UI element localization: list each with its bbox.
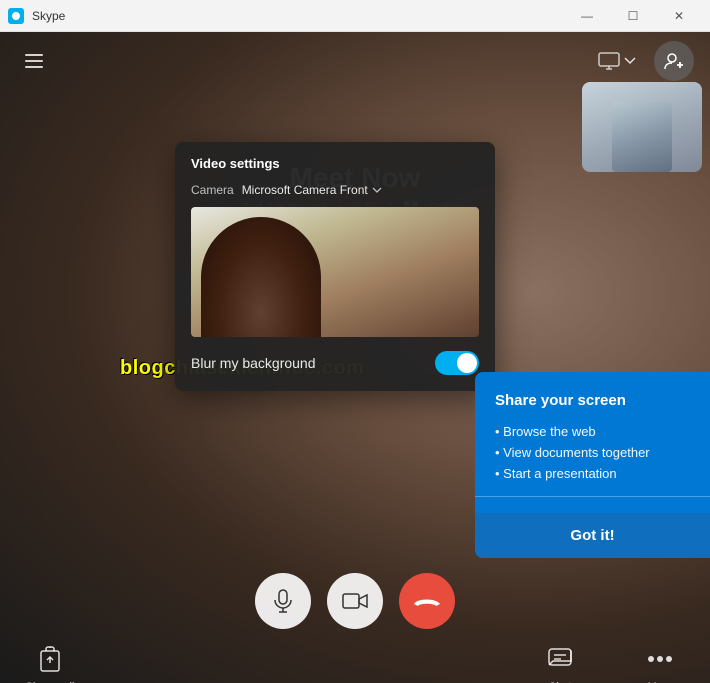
- add-person-icon: [663, 50, 685, 72]
- camera-label: Camera: [191, 183, 234, 197]
- mini-video-feed: [582, 82, 702, 172]
- bottom-controls: Share calllink Chat: [0, 573, 710, 683]
- share-screen-tooltip: Share your screen • Browse the web • Vie…: [475, 372, 710, 558]
- title-bar-left: Skype: [8, 8, 65, 24]
- main-area: Meet Now 2 of 2 in the call | 0:40 | Gal…: [0, 32, 710, 683]
- chat-icon: [542, 641, 578, 677]
- end-call-icon: [413, 594, 441, 608]
- mute-button[interactable]: [255, 573, 311, 629]
- maximize-button[interactable]: ☐: [610, 0, 656, 32]
- tooltip-item-1: • Browse the web: [495, 421, 690, 442]
- camera-preview: [191, 207, 479, 337]
- bottom-menu: Share calllink Chat: [0, 641, 710, 683]
- mini-video: [582, 82, 702, 172]
- minimize-button[interactable]: —: [564, 0, 610, 32]
- blur-label: Blur my background: [191, 355, 316, 371]
- video-button[interactable]: [327, 573, 383, 629]
- chat-item[interactable]: Chat: [530, 641, 590, 683]
- camera-row: Camera Microsoft Camera Front: [175, 179, 495, 207]
- hamburger-line-1: [25, 54, 43, 56]
- call-buttons: [255, 573, 455, 629]
- title-bar: Skype — ☐ ✕: [0, 0, 710, 32]
- camera-name: Microsoft Camera Front: [242, 183, 368, 197]
- share-link-icon: [32, 641, 68, 677]
- hamburger-line-2: [25, 60, 43, 62]
- share-screen-icon: [598, 52, 620, 70]
- tooltip-divider: [475, 496, 710, 497]
- video-settings-header: Video settings: [175, 142, 495, 179]
- top-right-controls: [588, 41, 694, 81]
- tooltip-item-2: • View documents together: [495, 442, 690, 463]
- blur-toggle[interactable]: [435, 351, 479, 375]
- camera-preview-person: [201, 217, 321, 337]
- video-settings-panel: Video settings Camera Microsoft Camera F…: [175, 142, 495, 391]
- chevron-down-icon: [624, 57, 636, 65]
- more-icon: [642, 641, 678, 677]
- blur-row: Blur my background: [175, 337, 495, 375]
- share-call-link-item[interactable]: Share calllink: [20, 641, 80, 683]
- got-it-button[interactable]: Got it!: [475, 513, 710, 558]
- add-people-button[interactable]: [654, 41, 694, 81]
- close-button[interactable]: ✕: [656, 0, 702, 32]
- tooltip-item-3: • Start a presentation: [495, 463, 690, 484]
- hamburger-line-3: [25, 66, 43, 68]
- end-call-button[interactable]: [399, 573, 455, 629]
- window-controls: — ☐ ✕: [564, 0, 702, 32]
- camera-btn-icon: [342, 591, 368, 611]
- tooltip-body: Share your screen • Browse the web • Vie…: [475, 372, 710, 513]
- video-settings-title: Video settings: [191, 156, 280, 171]
- share-screen-button[interactable]: [588, 46, 646, 76]
- camera-value: Microsoft Camera Front: [242, 183, 382, 197]
- menu-button[interactable]: [16, 43, 52, 79]
- camera-chevron-icon: [372, 187, 382, 194]
- microphone-icon: [272, 589, 294, 613]
- more-item[interactable]: More: [630, 641, 690, 683]
- app-title: Skype: [32, 9, 65, 23]
- tooltip-title: Share your screen: [495, 392, 690, 409]
- app-icon: [8, 8, 24, 24]
